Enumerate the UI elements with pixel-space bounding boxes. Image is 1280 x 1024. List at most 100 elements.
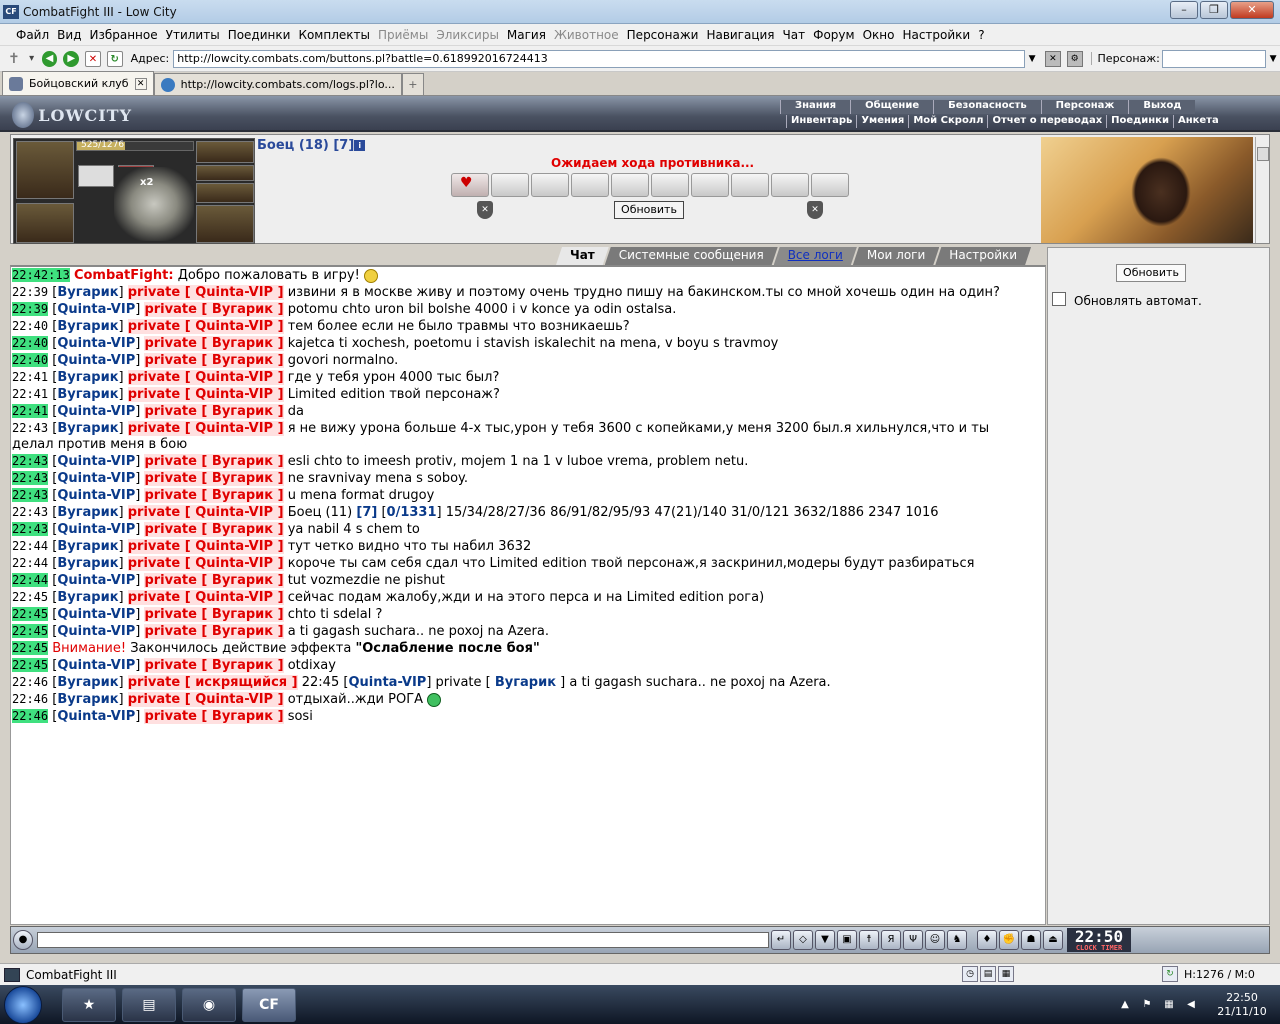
stats-clan[interactable]: [7] (356, 505, 377, 520)
panel-scrollbar[interactable] (1255, 137, 1269, 243)
top-nav-item[interactable]: Выход (1128, 100, 1196, 114)
menu-item[interactable]: Навигация (706, 28, 774, 42)
private-target[interactable]: private [ Вугарик ] (144, 336, 284, 351)
weapon-slot-1[interactable] (196, 141, 254, 163)
private-target[interactable]: private [ Quinta-VIP ] (127, 285, 284, 300)
dropdown-icon[interactable]: ▾ (28, 51, 36, 67)
chat-nick[interactable]: Вугарик (57, 539, 118, 554)
chat-time[interactable]: 22:43 (12, 421, 48, 435)
sub-nav-item[interactable]: Умения (856, 115, 908, 128)
chat-time[interactable]: 22:46 (12, 692, 48, 706)
scroll-slot[interactable] (691, 173, 729, 197)
tab-close-icon[interactable]: ✕ (134, 77, 147, 90)
cat-icon[interactable]: ♞ (947, 930, 967, 950)
window-status-icon[interactable]: ▦ (998, 966, 1014, 982)
group-icon[interactable]: ☗ (1021, 930, 1041, 950)
top-nav-item[interactable]: Общение (850, 100, 934, 114)
chat-time[interactable]: 22:45 (12, 624, 49, 638)
sub-nav-item[interactable]: Мой Скролл (908, 115, 987, 128)
private-target[interactable]: private [ Вугарик ] (144, 709, 284, 724)
chat-time[interactable]: 22:42:13 (12, 268, 70, 282)
pet-slot[interactable] (78, 165, 114, 187)
start-button[interactable] (4, 985, 42, 1024)
menu-item[interactable]: Животное (554, 28, 619, 42)
scroll-slot[interactable]: ♥ (451, 173, 489, 197)
private-target[interactable]: private [ Quinta-VIP ] (127, 556, 284, 571)
tray-clock[interactable]: 22:50 21/11/10 (1212, 991, 1272, 1019)
chat-nick[interactable]: Quinta-VIP (57, 454, 135, 469)
chat-time[interactable]: 22:39 (12, 285, 48, 299)
weapon-slot-2[interactable] (196, 165, 254, 181)
top-nav-item[interactable]: Безопасность (933, 100, 1041, 114)
close-button[interactable]: ✕ (1230, 1, 1274, 19)
potion-icon[interactable]: ♦ (977, 930, 997, 950)
chat-time[interactable]: 22:45 (12, 658, 49, 672)
private-target[interactable]: private [ Вугарик ] (144, 522, 284, 537)
chat-time[interactable]: 22:40 (12, 336, 49, 350)
chat-nick[interactable]: Quinta-VIP (57, 607, 135, 622)
private-target[interactable]: private [ Вугарик ] (144, 607, 284, 622)
chat-nick[interactable]: Quinta-VIP (57, 658, 135, 673)
fighter-info[interactable]: Боец (18) [7] i (257, 138, 366, 153)
private-target[interactable]: private [ Вугарик ] (144, 573, 284, 588)
chat-time[interactable]: 22:39 (12, 302, 49, 316)
chat-time[interactable]: 22:46 (12, 709, 49, 723)
chat-nick[interactable]: Quinta-VIP (57, 488, 135, 503)
scroll-slot[interactable] (731, 173, 769, 197)
private-target[interactable]: private [ Quinta-VIP ] (127, 421, 284, 436)
scroll-slot[interactable] (571, 173, 609, 197)
chat-tab[interactable]: Системные сообщения (605, 247, 778, 265)
chat-refresh-button[interactable]: Обновить (1116, 264, 1186, 282)
back-icon[interactable]: ◀ (41, 50, 58, 67)
chat-time[interactable]: 22:40 (12, 319, 48, 333)
clock-status-icon[interactable]: ◷ (962, 966, 978, 982)
menu-item[interactable]: Приёмы (378, 28, 428, 42)
scroll-slot[interactable] (771, 173, 809, 197)
chat-time[interactable]: 22:43 (12, 522, 49, 536)
top-nav-item[interactable]: Знания (780, 100, 851, 114)
private-target[interactable]: private [ Вугарик ] (144, 624, 284, 639)
chat-tab[interactable]: Чат (556, 247, 609, 265)
chat-nick[interactable]: Quinta-VIP (57, 471, 135, 486)
private-target[interactable]: private [ Вугарик ] (144, 404, 284, 419)
chat-nick[interactable]: Quinta-VIP (57, 353, 135, 368)
chat-nick[interactable]: Вугарик (57, 590, 118, 605)
private-target[interactable]: private [ Quinta-VIP ] (127, 692, 284, 707)
chat-tab[interactable]: Мои логи (853, 247, 939, 265)
private-target[interactable]: private [ Quinta-VIP ] (127, 319, 284, 334)
sub-nav-item[interactable]: Отчет о переводах (987, 115, 1106, 128)
menu-item[interactable]: Форум (813, 28, 854, 42)
pin-icon[interactable]: ✝ (6, 51, 22, 67)
defense-shield-icon[interactable]: ✕ (807, 201, 823, 219)
chat-time[interactable]: 22:44 (12, 539, 48, 553)
chat-time[interactable]: 22:40 (12, 353, 49, 367)
tab-combats-club[interactable]: Бойцовский клуб ✕ (2, 71, 154, 95)
save-icon[interactable]: ▣ (837, 930, 857, 950)
send-icon[interactable]: ↵ (771, 930, 791, 950)
private-target[interactable]: private [ Вугарик ] (144, 454, 284, 469)
chat-time[interactable]: 22:41 (12, 370, 48, 384)
doc-status-icon[interactable]: ▤ (980, 966, 996, 982)
top-nav-item[interactable]: Персонаж (1040, 100, 1129, 114)
chat-time[interactable]: 22:41 (12, 404, 49, 418)
persona-select[interactable] (1161, 49, 1267, 68)
minimize-button[interactable]: – (1170, 1, 1198, 19)
chat-time[interactable]: 22:43 (12, 454, 49, 468)
menu-item[interactable]: Поединки (228, 28, 291, 42)
taskbar-item-extensions[interactable]: ▤ (122, 987, 176, 1022)
network-icon[interactable]: ▦ (1162, 998, 1176, 1012)
menu-item[interactable]: Чат (783, 28, 806, 42)
scroll-slot[interactable] (611, 173, 649, 197)
scroll-slot[interactable] (531, 173, 569, 197)
menu-item[interactable]: ? (978, 28, 984, 42)
stats-value[interactable]: 0/1331 (387, 505, 437, 520)
chat-nick[interactable]: Вугарик (57, 421, 118, 436)
person-icon[interactable]: ☨ (859, 930, 879, 950)
chat-nick[interactable]: Вугарик (57, 319, 118, 334)
taskbar-item-cf[interactable]: CF (242, 987, 296, 1022)
chat-nick[interactable]: Вугарик (57, 692, 118, 707)
flag-icon[interactable]: ⚑ (1140, 998, 1154, 1012)
info-icon[interactable]: i (354, 140, 366, 151)
eraser-icon[interactable]: ◇ (793, 930, 813, 950)
chat-nick[interactable]: Quinta-VIP (57, 522, 135, 537)
